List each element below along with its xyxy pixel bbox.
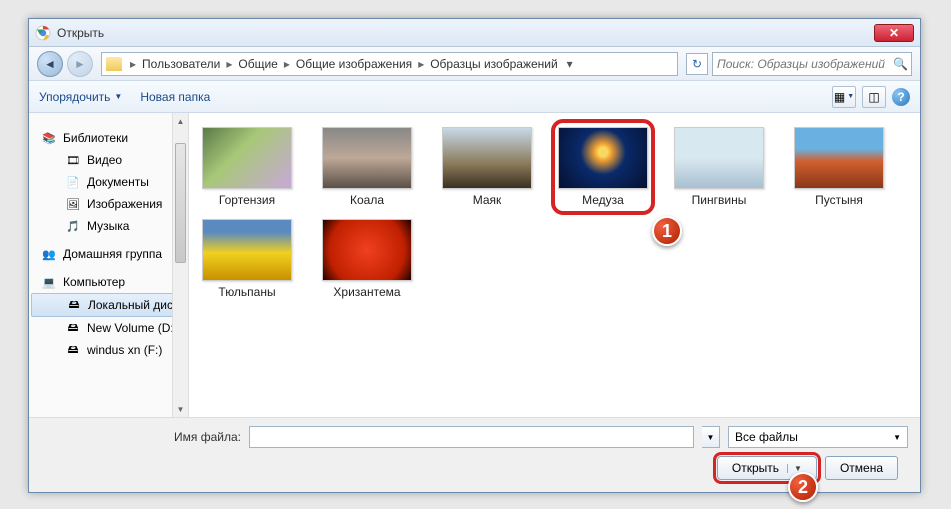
drive-icon: 🖴	[66, 297, 82, 313]
chevron-down-icon: ▼	[893, 433, 901, 442]
refresh-icon: ↻	[692, 57, 702, 71]
sidebar-item-documents[interactable]: 📄Документы	[29, 171, 188, 193]
sidebar-drive-d[interactable]: 🖴New Volume (D:)	[29, 317, 188, 339]
chevron-down-icon: ▼	[787, 464, 802, 473]
chevron-right-icon: ▸	[416, 57, 426, 71]
annotation-marker-1: 1	[652, 216, 682, 246]
crumb-0[interactable]: Пользователи	[138, 57, 224, 71]
sidebar-homegroup[interactable]: 👥Домашняя группа	[29, 243, 188, 265]
file-thumb[interactable]: Медуза	[555, 123, 651, 211]
titlebar: Открыть ✕	[29, 19, 920, 47]
cancel-button[interactable]: Отмена	[825, 456, 898, 480]
sidebar-computer[interactable]: 💻Компьютер	[29, 271, 188, 293]
file-thumb[interactable]: Пустыня	[791, 127, 887, 207]
thumbnail-image	[674, 127, 764, 189]
drive-icon: 🖴	[65, 342, 81, 358]
refresh-button[interactable]: ↻	[686, 53, 708, 75]
scroll-down-icon[interactable]: ▼	[173, 401, 188, 417]
chevron-down-icon: ▼	[847, 93, 854, 100]
organize-menu[interactable]: Упорядочить▼	[39, 90, 122, 104]
navbar: ◄ ► ▸ Пользователи ▸ Общие ▸ Общие изобр…	[29, 47, 920, 81]
file-thumb[interactable]: Пингвины	[671, 127, 767, 207]
sidebar-libraries[interactable]: 📚Библиотеки	[29, 127, 188, 149]
search-input[interactable]	[717, 57, 893, 71]
search-icon: 🔍	[893, 57, 907, 71]
chevron-right-icon: ▸	[282, 57, 292, 71]
folder-icon	[106, 57, 122, 71]
video-icon: 🎞	[65, 152, 81, 168]
filename-input[interactable]	[249, 426, 694, 448]
thumbnail-image	[322, 127, 412, 189]
file-thumb[interactable]: Тюльпаны	[199, 219, 295, 299]
new-folder-button[interactable]: Новая папка	[140, 90, 210, 104]
thumbnail-label: Маяк	[473, 193, 502, 207]
music-icon: 🎵	[65, 218, 81, 234]
chrome-icon	[35, 25, 51, 41]
scroll-thumb[interactable]	[175, 143, 186, 263]
forward-button[interactable]: ►	[67, 51, 93, 77]
sidebar: 📚Библиотеки 🎞Видео 📄Документы 🖼Изображен…	[29, 113, 189, 417]
thumbnail-image	[202, 127, 292, 189]
annotation-marker-2: 2	[788, 472, 818, 502]
pane-icon: ◫	[868, 90, 879, 104]
sidebar-scrollbar[interactable]: ▲ ▼	[172, 113, 188, 417]
thumbnail-label: Гортензия	[219, 193, 275, 207]
search-box[interactable]: 🔍	[712, 52, 912, 76]
arrow-left-icon: ◄	[44, 57, 56, 71]
thumbnail-label: Коала	[350, 193, 384, 207]
thumbnail-image	[322, 219, 412, 281]
file-thumb[interactable]: Хризантема	[319, 219, 415, 299]
document-icon: 📄	[65, 174, 81, 190]
breadcrumb[interactable]: ▸ Пользователи ▸ Общие ▸ Общие изображен…	[101, 52, 678, 76]
chevron-right-icon: ▸	[224, 57, 234, 71]
footer: Имя файла: ▼ Все файлы▼ Открыть▼ Отмена	[29, 417, 920, 492]
drive-icon: 🖴	[65, 320, 81, 336]
filename-label: Имя файла:	[41, 430, 241, 444]
thumbnail-label: Медуза	[582, 193, 624, 207]
help-icon: ?	[897, 90, 904, 104]
sidebar-item-pictures[interactable]: 🖼Изображения	[29, 193, 188, 215]
close-icon: ✕	[889, 26, 899, 40]
back-button[interactable]: ◄	[37, 51, 63, 77]
view-mode-button[interactable]: ▦▼	[832, 86, 856, 108]
filetype-select[interactable]: Все файлы▼	[728, 426, 908, 448]
open-dialog: Открыть ✕ ◄ ► ▸ Пользователи ▸ Общие ▸ О…	[28, 18, 921, 493]
file-thumb[interactable]: Гортензия	[199, 127, 295, 207]
pictures-icon: 🖼	[65, 196, 81, 212]
thumbnail-image	[442, 127, 532, 189]
scroll-up-icon[interactable]: ▲	[173, 113, 188, 129]
toolbar: Упорядочить▼ Новая папка ▦▼ ◫ ?	[29, 81, 920, 113]
crumb-1[interactable]: Общие	[234, 57, 281, 71]
thumbnail-image	[202, 219, 292, 281]
close-button[interactable]: ✕	[874, 24, 914, 42]
breadcrumb-dropdown[interactable]: ▾	[562, 57, 578, 71]
thumbnail-image	[794, 127, 884, 189]
sidebar-drive-f[interactable]: 🖴windus xn (F:)	[29, 339, 188, 361]
thumbnail-label: Пингвины	[692, 193, 747, 207]
sidebar-drive-c[interactable]: 🖴Локальный диск	[31, 293, 186, 317]
computer-icon: 💻	[41, 274, 57, 290]
window-title: Открыть	[57, 26, 874, 40]
chevron-right-icon: ▸	[128, 57, 138, 71]
chevron-down-icon: ▼	[114, 92, 122, 101]
thumbnail-image	[558, 127, 648, 189]
file-thumb[interactable]: Коала	[319, 127, 415, 207]
libraries-icon: 📚	[41, 130, 57, 146]
crumb-3[interactable]: Образцы изображений	[426, 57, 561, 71]
help-button[interactable]: ?	[892, 88, 910, 106]
arrow-right-icon: ►	[74, 57, 86, 71]
crumb-2[interactable]: Общие изображения	[292, 57, 416, 71]
thumbnail-label: Пустыня	[815, 193, 863, 207]
file-grid: Гортензия Коала Маяк Медуза Пингвины Пустыня Т…	[189, 113, 920, 417]
file-thumb[interactable]: Маяк	[439, 127, 535, 207]
sidebar-item-music[interactable]: 🎵Музыка	[29, 215, 188, 237]
homegroup-icon: 👥	[41, 246, 57, 262]
sidebar-item-video[interactable]: 🎞Видео	[29, 149, 188, 171]
filename-dropdown[interactable]: ▼	[702, 426, 720, 448]
thumbnails-icon: ▦	[834, 90, 845, 104]
thumbnail-label: Хризантема	[333, 285, 400, 299]
preview-pane-button[interactable]: ◫	[862, 86, 886, 108]
thumbnail-label: Тюльпаны	[218, 285, 275, 299]
